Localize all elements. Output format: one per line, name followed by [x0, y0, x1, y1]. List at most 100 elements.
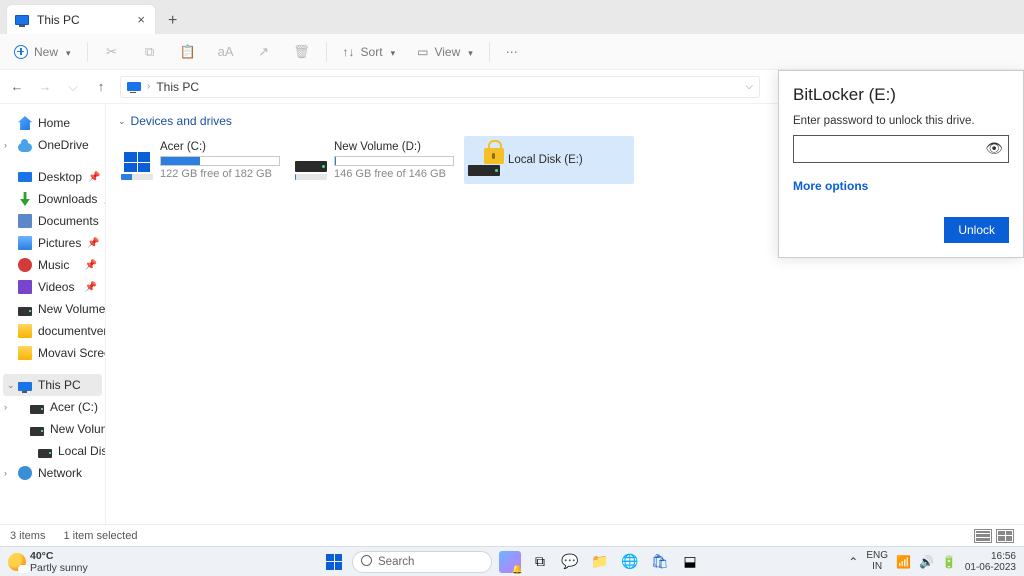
rename-icon: aA — [218, 44, 234, 60]
lang-bot[interactable]: IN — [866, 562, 888, 573]
windows-drive-icon — [120, 140, 154, 180]
delete-icon: 🗑 — [294, 44, 310, 60]
taskbar-app[interactable] — [498, 550, 522, 574]
sidebar-item-drive-c[interactable]: ›Acer (C:) — [0, 396, 105, 418]
bitlocker-password-input[interactable] — [793, 135, 1009, 163]
search-icon — [361, 555, 372, 569]
sidebar-item-this-pc[interactable]: ⌄This PC — [3, 374, 102, 396]
rename-button[interactable]: aA — [210, 40, 242, 64]
paste-button[interactable]: 📋 — [172, 40, 204, 64]
taskbar-explorer[interactable]: 📁 — [588, 550, 612, 574]
sidebar-item-drive-e[interactable]: Local Disk (E:) — [0, 440, 105, 462]
pictures-icon — [18, 236, 32, 250]
sidebar-item-videos[interactable]: Videos📌 — [0, 276, 105, 298]
drive-label: Acer (C:) — [160, 141, 280, 153]
recent-button[interactable]: ⌵ — [64, 79, 82, 95]
videos-icon — [18, 280, 32, 294]
expand-icon[interactable]: ⌄ — [7, 380, 15, 391]
sidebar-item-desktop[interactable]: Desktop📌 — [0, 166, 105, 188]
drive-item-c[interactable]: Acer (C:) 122 GB free of 182 GB — [116, 136, 286, 184]
desktop-icon — [18, 172, 32, 182]
taskbar-search[interactable]: Search — [352, 551, 492, 573]
show-password-icon[interactable]: 👁 — [985, 140, 1003, 157]
taskbar-clock[interactable]: 16:56 01-06-2023 — [965, 551, 1016, 573]
drive-free: 122 GB free of 182 GB — [160, 168, 280, 180]
sidebar-item-pictures[interactable]: Pictures📌 — [0, 232, 105, 254]
weather-text: Partly sunny — [30, 562, 88, 574]
music-icon — [18, 258, 32, 272]
chevron-down-icon — [466, 45, 473, 59]
more-button[interactable]: ⋯ — [498, 41, 528, 63]
taskbar-dropbox[interactable]: ⬓ — [678, 550, 702, 574]
share-icon: ↗ — [256, 44, 272, 60]
drive-icon — [18, 307, 32, 316]
bitlocker-subtitle: Enter password to unlock this drive. — [793, 115, 1009, 127]
share-button[interactable]: ↗ — [248, 40, 280, 64]
tiles-view-button[interactable] — [996, 529, 1014, 543]
status-bar: 3 items 1 item selected — [0, 524, 1024, 546]
pc-icon — [18, 382, 32, 391]
expand-icon[interactable]: › — [4, 468, 7, 478]
ellipsis-icon: ⋯ — [506, 45, 520, 59]
sidebar-item-downloads[interactable]: Downloads📌 — [0, 188, 105, 210]
paste-icon: 📋 — [180, 44, 196, 60]
expand-icon[interactable]: › — [4, 402, 7, 412]
view-button[interactable]: ▭View — [409, 41, 481, 63]
pc-icon — [15, 15, 29, 25]
expand-icon[interactable]: › — [4, 140, 7, 150]
network-icon — [18, 466, 32, 480]
window-tab[interactable]: This PC × — [6, 4, 156, 34]
taskbar: 40°C Partly sunny Search ⧉ 💬 📁 🌐 🛍 ⬓ ⌃ E… — [0, 546, 1024, 576]
title-bar: This PC × + — [0, 0, 1024, 34]
drive-item-d[interactable]: New Volume (D:) 146 GB free of 146 GB — [290, 136, 460, 184]
taskbar-left[interactable]: 40°C Partly sunny — [8, 550, 88, 574]
sort-button[interactable]: ↑↓Sort — [335, 41, 404, 63]
drive-item-e[interactable]: Local Disk (E:) — [464, 136, 634, 184]
taskbar-chat[interactable]: 💬 — [558, 550, 582, 574]
tray-expand-icon[interactable]: ⌃ — [848, 555, 858, 569]
wifi-icon[interactable]: 📶 — [896, 555, 911, 569]
lock-icon — [484, 148, 504, 164]
battery-icon[interactable]: 🔋 — [942, 555, 957, 569]
cloud-icon — [18, 143, 32, 152]
drive-icon — [38, 449, 52, 458]
taskbar-store[interactable]: 🛍 — [648, 550, 672, 574]
volume-icon[interactable]: 🔊 — [919, 555, 934, 569]
taskbar-task-view[interactable]: ⧉ — [528, 550, 552, 574]
back-button[interactable]: ← — [8, 79, 26, 94]
sidebar-item-network[interactable]: ›Network — [0, 462, 105, 484]
cut-button[interactable]: ✂ — [96, 40, 128, 64]
delete-button[interactable]: 🗑 — [286, 40, 318, 64]
sidebar-item-folder[interactable]: Movavi Screen Recorder — [0, 342, 105, 364]
new-button[interactable]: New — [6, 41, 79, 63]
usage-gauge — [160, 156, 280, 166]
breadcrumb[interactable]: This PC — [156, 80, 199, 94]
copy-button[interactable]: ⧉ — [134, 40, 166, 64]
taskbar-edge[interactable]: 🌐 — [618, 550, 642, 574]
chevron-down-icon[interactable]: ⌵ — [745, 81, 753, 92]
up-button[interactable]: ↑ — [92, 79, 110, 94]
lang-top[interactable]: ENG — [866, 551, 888, 562]
sidebar-item-onedrive[interactable]: › OneDrive — [0, 134, 105, 156]
pin-icon: 📌 — [88, 172, 104, 183]
bitlocker-unlock-button[interactable]: Unlock — [944, 217, 1009, 243]
folder-icon — [18, 346, 32, 360]
sidebar-item-folder[interactable]: documentverification — [0, 320, 105, 342]
sidebar-item-home[interactable]: Home — [0, 112, 105, 134]
new-tab-button[interactable]: + — [168, 12, 177, 34]
app-icon — [499, 551, 521, 573]
forward-button[interactable]: → — [36, 79, 54, 94]
sidebar-item-documents[interactable]: Documents📌 — [0, 210, 105, 232]
bitlocker-title: BitLocker (E:) — [793, 85, 1009, 105]
bitlocker-more-options[interactable]: More options — [793, 179, 868, 193]
temperature: 40°C — [30, 550, 88, 562]
tab-title: This PC — [37, 13, 80, 27]
drive-icon — [30, 405, 44, 414]
address-bar[interactable]: › This PC ⌵ — [120, 76, 760, 98]
start-button[interactable] — [322, 550, 346, 574]
sidebar-item-music[interactable]: Music📌 — [0, 254, 105, 276]
sidebar-item-new-volume[interactable]: New Volume (D:) — [0, 298, 105, 320]
tab-close-button[interactable]: × — [137, 12, 145, 27]
sidebar-item-drive-d[interactable]: New Volume (D:) — [0, 418, 105, 440]
details-view-button[interactable] — [974, 529, 992, 543]
